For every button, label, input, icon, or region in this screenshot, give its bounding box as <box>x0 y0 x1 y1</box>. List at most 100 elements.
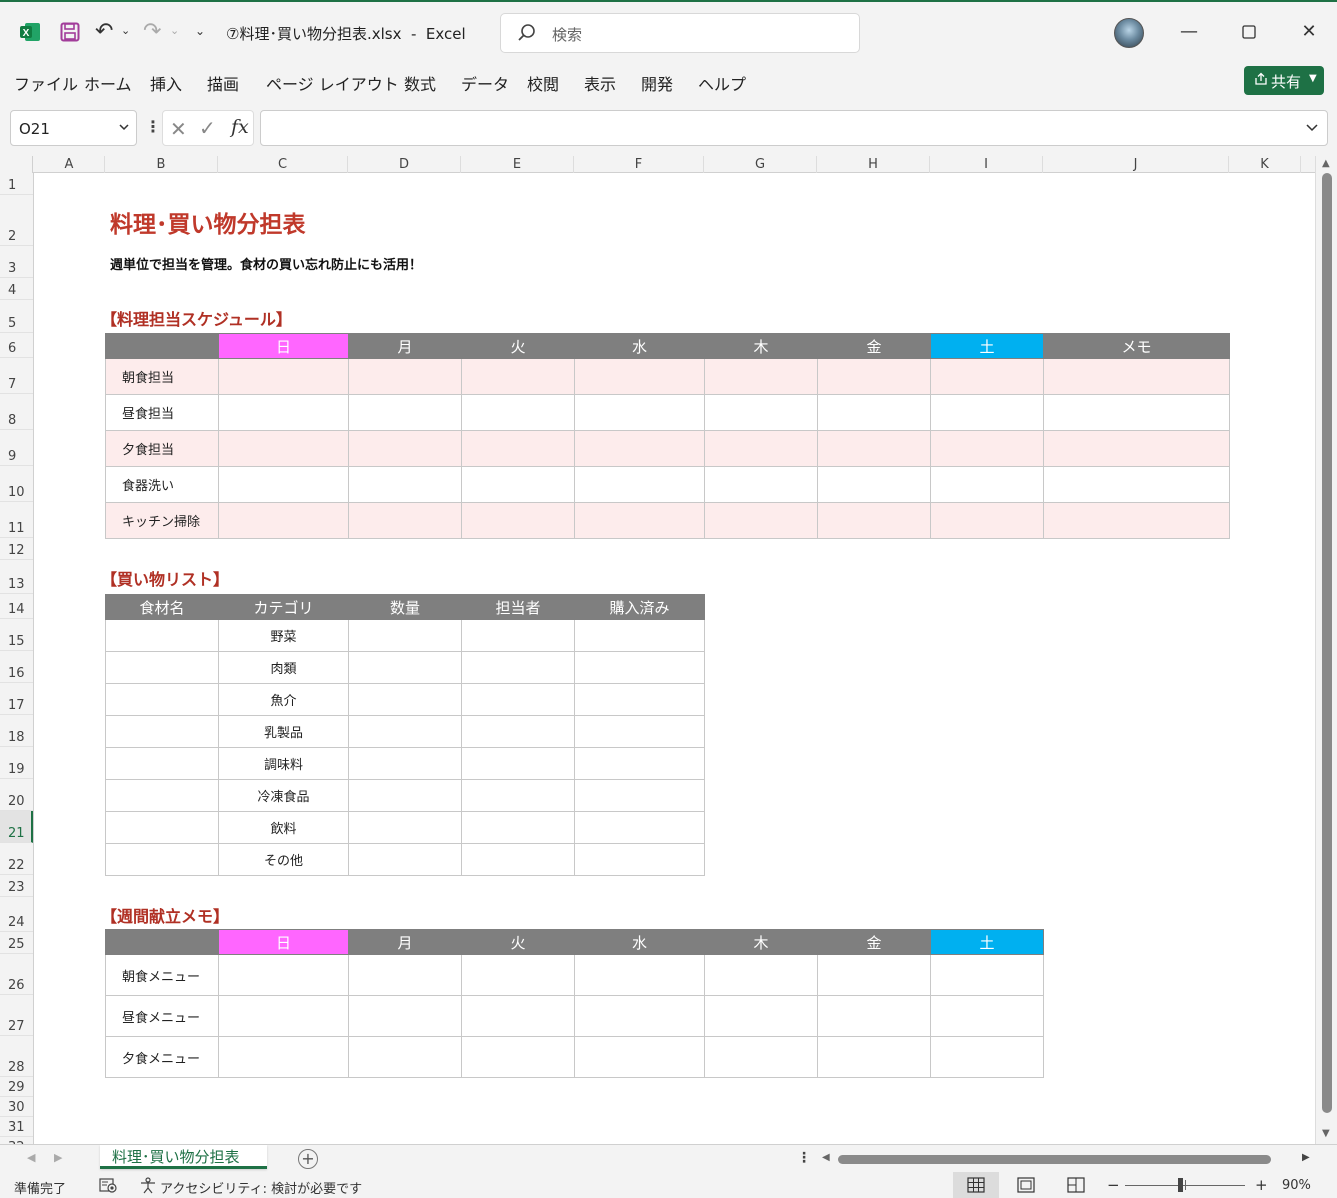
header-cell[interactable]: 数量 <box>348 594 462 620</box>
cell[interactable] <box>461 358 575 395</box>
header-cell-saturday[interactable]: 土 <box>930 333 1044 359</box>
cell[interactable] <box>348 779 462 812</box>
cell[interactable] <box>461 747 575 780</box>
accessibility-icon[interactable] <box>139 1177 157 1194</box>
tab-view[interactable]: 表示 <box>584 71 616 95</box>
cell[interactable] <box>348 502 462 539</box>
cell[interactable] <box>574 502 705 539</box>
cell[interactable] <box>218 394 349 431</box>
cell[interactable] <box>1043 466 1230 503</box>
cell[interactable] <box>348 811 462 844</box>
search-box[interactable]: 検索 <box>500 13 860 53</box>
header-cell[interactable]: 購入済み <box>574 594 705 620</box>
row-header[interactable]: 9 <box>0 430 33 466</box>
share-button[interactable]: 共有 ▼ <box>1244 66 1324 95</box>
cell[interactable] <box>930 430 1044 467</box>
add-sheet-button[interactable]: + <box>298 1149 318 1169</box>
cell[interactable] <box>218 430 349 467</box>
cell[interactable] <box>461 394 575 431</box>
normal-view-button[interactable] <box>953 1172 999 1198</box>
cell[interactable] <box>348 747 462 780</box>
sheet-canvas[interactable]: 料理･買い物分担表 週単位で担当を管理。食材の買い忘れ防止にも活用！ 【料理担当… <box>34 173 1315 1144</box>
cell[interactable] <box>1043 358 1230 395</box>
category-cell[interactable]: その他 <box>218 843 349 876</box>
cell[interactable] <box>461 466 575 503</box>
header-cell[interactable]: 木 <box>704 333 818 359</box>
cell[interactable] <box>348 843 462 876</box>
category-cell[interactable]: 肉類 <box>218 651 349 684</box>
cell[interactable] <box>348 995 462 1037</box>
column-header-j[interactable]: J <box>1043 156 1229 173</box>
tab-page-layout[interactable]: ページ レイアウト <box>266 71 399 95</box>
cell[interactable] <box>218 466 349 503</box>
insert-function-icon[interactable]: fx <box>231 116 249 138</box>
zoom-slider-handle[interactable] <box>1178 1178 1183 1192</box>
header-cell[interactable]: 火 <box>461 929 575 955</box>
cell[interactable] <box>817 954 931 996</box>
row-header[interactable]: 26 <box>0 954 33 995</box>
cell[interactable] <box>461 683 575 716</box>
cell[interactable] <box>704 430 818 467</box>
category-cell[interactable]: 冷凍食品 <box>218 779 349 812</box>
row-header[interactable]: 5 <box>0 300 33 333</box>
customize-qat-icon[interactable]: ⌄ <box>195 24 205 38</box>
tab-file[interactable]: ファイル <box>14 71 78 95</box>
row-label[interactable]: 朝食担当 <box>105 358 219 395</box>
row-header-active[interactable]: 21 <box>0 811 33 843</box>
cell[interactable] <box>574 995 705 1037</box>
header-cell[interactable]: 木 <box>704 929 818 955</box>
enter-icon[interactable]: ✓ <box>199 116 216 140</box>
cell[interactable] <box>461 715 575 748</box>
cell[interactable] <box>105 811 219 844</box>
row-header[interactable]: 13 <box>0 560 33 594</box>
cell[interactable] <box>218 502 349 539</box>
cell[interactable] <box>817 394 931 431</box>
row-header[interactable]: 6 <box>0 333 33 358</box>
column-header-c[interactable]: C <box>218 156 348 173</box>
accessibility-status[interactable]: アクセシビリティ: 検討が必要です <box>160 1178 362 1197</box>
row-label[interactable]: 夕食メニュー <box>105 1036 219 1078</box>
cell[interactable] <box>105 683 219 716</box>
prev-sheet-icon[interactable]: ◀ <box>27 1151 35 1164</box>
row-header[interactable]: 2 <box>0 195 33 246</box>
header-cell[interactable]: 食材名 <box>105 594 219 620</box>
column-header-h[interactable]: H <box>817 156 930 173</box>
zoom-out-button[interactable]: − <box>1107 1176 1120 1194</box>
row-header[interactable]: 27 <box>0 995 33 1036</box>
cell[interactable] <box>704 358 818 395</box>
row-label[interactable]: 昼食担当 <box>105 394 219 431</box>
cell[interactable] <box>817 995 931 1037</box>
cell[interactable] <box>930 502 1044 539</box>
category-cell[interactable]: 飲料 <box>218 811 349 844</box>
header-cell[interactable]: 月 <box>348 929 462 955</box>
cell[interactable] <box>574 394 705 431</box>
cell[interactable] <box>348 683 462 716</box>
row-header[interactable]: 3 <box>0 246 33 278</box>
column-header-a[interactable]: A <box>34 156 105 173</box>
column-header-f[interactable]: F <box>574 156 704 173</box>
vertical-scrollbar[interactable]: ▲ ▼ <box>1315 156 1337 1144</box>
cell[interactable] <box>1043 502 1230 539</box>
row-label[interactable]: キッチン掃除 <box>105 502 219 539</box>
cell[interactable] <box>574 779 705 812</box>
cell[interactable] <box>348 651 462 684</box>
name-box[interactable]: O21 <box>10 110 137 146</box>
cell[interactable] <box>930 995 1044 1037</box>
cell[interactable] <box>218 1036 349 1078</box>
row-header[interactable]: 19 <box>0 747 33 779</box>
cell[interactable] <box>461 954 575 996</box>
row-label[interactable]: 昼食メニュー <box>105 995 219 1037</box>
cell[interactable] <box>574 1036 705 1078</box>
cell[interactable] <box>105 747 219 780</box>
row-label[interactable]: 食器洗い <box>105 466 219 503</box>
row-header[interactable]: 22 <box>0 843 33 875</box>
column-header-d[interactable]: D <box>348 156 461 173</box>
cell[interactable] <box>817 1036 931 1078</box>
sheet-tab-active[interactable]: 料理･買い物分担表 <box>100 1145 267 1169</box>
cell[interactable] <box>574 619 705 652</box>
header-cell[interactable]: 金 <box>817 929 931 955</box>
category-cell[interactable]: 野菜 <box>218 619 349 652</box>
cell[interactable] <box>461 995 575 1037</box>
header-cell[interactable] <box>105 929 219 955</box>
cell[interactable] <box>348 430 462 467</box>
